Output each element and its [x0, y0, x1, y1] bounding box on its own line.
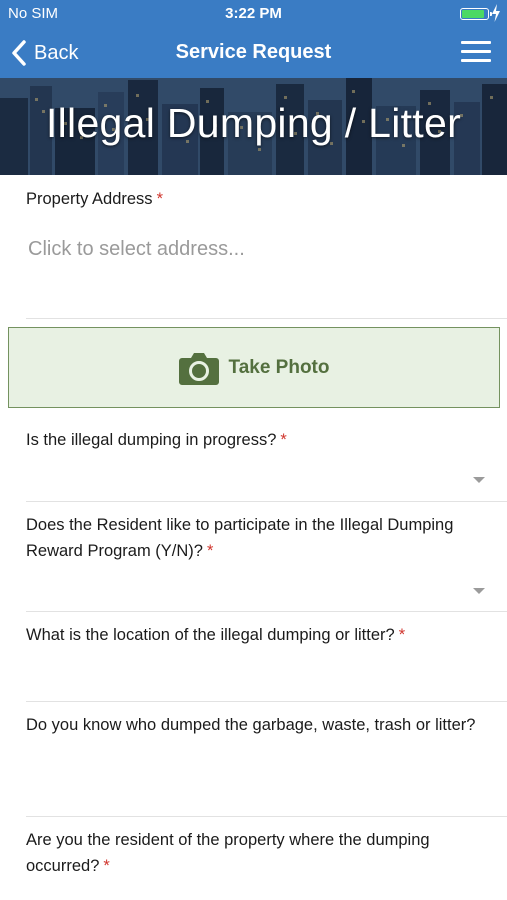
take-photo-button[interactable]: Take Photo	[8, 327, 500, 408]
question-resident-of-property[interactable]: Are you the resident of the property whe…	[26, 827, 507, 900]
chevron-down-icon[interactable]	[473, 588, 485, 594]
property-address-field[interactable]: Property Address * Click to select addres…	[26, 186, 507, 319]
question-label: Are you the resident of the property whe…	[26, 831, 430, 875]
battery-icon	[460, 8, 492, 20]
required-marker: *	[206, 542, 214, 560]
field-label: What is the location of the illegal dump…	[26, 622, 507, 648]
chevron-down-icon[interactable]	[473, 477, 485, 483]
required-marker: *	[398, 626, 406, 644]
question-label: Is the illegal dumping in progress?	[26, 431, 277, 449]
required-marker: *	[103, 857, 110, 875]
required-marker: *	[156, 190, 163, 208]
charging-bolt-icon	[492, 4, 500, 22]
hero-title: Illegal Dumping / Litter	[45, 100, 462, 146]
battery-level-fill	[462, 10, 485, 18]
menu-line	[461, 41, 491, 44]
question-label: Do you know who dumped the garbage, wast…	[26, 716, 476, 734]
field-label: Do you know who dumped the garbage, wast…	[26, 712, 507, 738]
question-label: Does the Resident like to participate in…	[26, 516, 454, 560]
property-address-label: Property Address	[26, 190, 153, 208]
field-label: Does the Resident like to participate in…	[26, 512, 507, 564]
field-label: Property Address *	[26, 186, 507, 212]
address-placeholder[interactable]: Click to select address...	[28, 238, 245, 261]
status-bar: No SIM 3:22 PM	[0, 0, 507, 28]
menu-line	[461, 50, 491, 53]
field-label: Are you the resident of the property whe…	[26, 827, 507, 879]
question-label: What is the location of the illegal dump…	[26, 626, 395, 644]
question-who-dumped[interactable]: Do you know who dumped the garbage, wast…	[26, 712, 507, 817]
question-dumping-location[interactable]: What is the location of the illegal dump…	[26, 622, 507, 702]
take-photo-label: Take Photo	[228, 356, 330, 378]
clock-time: 3:22 PM	[225, 5, 282, 22]
navigation-bar: Back Service Request	[0, 28, 507, 78]
question-dumping-in-progress[interactable]: Is the illegal dumping in progress? *	[26, 427, 507, 502]
camera-icon	[178, 352, 219, 385]
menu-line	[461, 59, 491, 62]
question-reward-program[interactable]: Does the Resident like to participate in…	[26, 512, 507, 612]
field-label: Is the illegal dumping in progress? *	[26, 427, 507, 453]
hamburger-menu-icon[interactable]	[461, 41, 491, 63]
page-title: Service Request	[175, 41, 332, 63]
hero-banner: Illegal Dumping / Litter	[0, 78, 507, 175]
required-marker: *	[280, 431, 287, 449]
